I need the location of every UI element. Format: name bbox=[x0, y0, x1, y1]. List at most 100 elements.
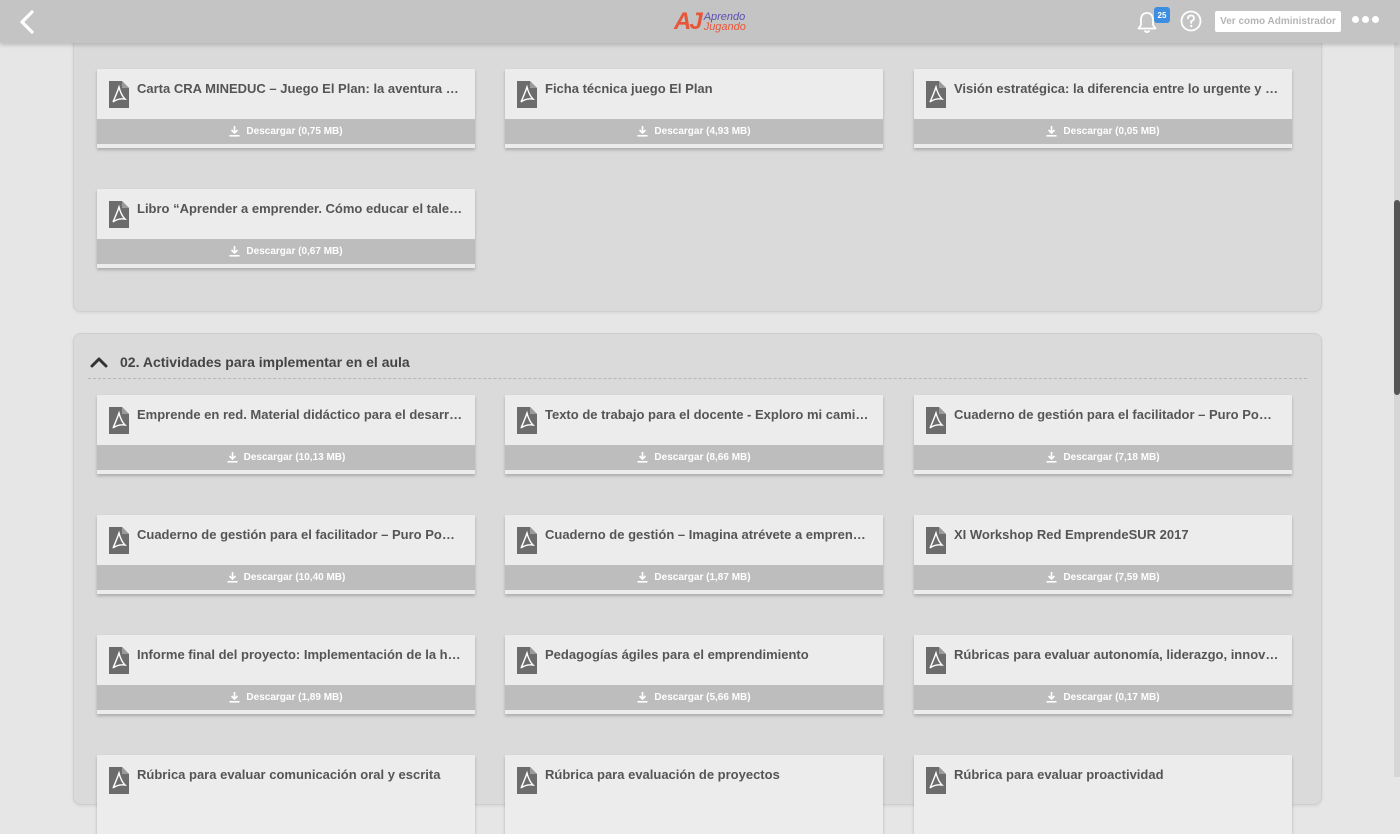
pdf-file-icon bbox=[926, 81, 946, 108]
resource-title[interactable]: Rúbrica para evaluación de proyectos bbox=[545, 767, 871, 782]
pdf-file-icon bbox=[109, 201, 129, 228]
resource-title[interactable]: Rúbrica para evaluar comunicación oral y… bbox=[137, 767, 463, 782]
download-label: Descargar (7,59 MB) bbox=[1063, 572, 1160, 583]
download-button[interactable]: Descargar (10,13 MB) bbox=[97, 445, 475, 470]
download-button[interactable]: Descargar (0,17 MB) bbox=[914, 685, 1292, 710]
notification-badge[interactable]: 25 bbox=[1154, 7, 1170, 23]
logo-mark: AJ bbox=[674, 8, 703, 35]
download-label: Descargar (1,87 MB) bbox=[654, 572, 751, 583]
resource-title[interactable]: Carta CRA MINEDUC – Juego El Plan: la av… bbox=[137, 81, 463, 96]
download-button[interactable]: Descargar (8,66 MB) bbox=[505, 445, 883, 470]
pdf-file-icon bbox=[926, 767, 946, 794]
more-options-icon[interactable] bbox=[1352, 16, 1380, 26]
resource-title[interactable]: Libro “Aprender a emprender. Cómo educar… bbox=[137, 201, 463, 216]
top-bar: AJ Aprendo Jugando 25 Ver como Administr… bbox=[0, 0, 1400, 43]
resource-title[interactable]: Emprende en red. Material didáctico para… bbox=[137, 407, 463, 422]
resource-card: Rúbrica para evaluar proactividad bbox=[914, 755, 1292, 834]
download-button[interactable]: Descargar (1,87 MB) bbox=[505, 565, 883, 590]
download-icon bbox=[1046, 572, 1057, 583]
resource-title[interactable]: Visión estratégica: la diferencia entre … bbox=[954, 81, 1280, 96]
download-label: Descargar (0,67 MB) bbox=[246, 246, 343, 257]
download-button[interactable]: Descargar (0,75 MB) bbox=[97, 119, 475, 144]
resource-card: Informe final del proyecto: Implementaci… bbox=[97, 635, 475, 714]
download-button[interactable]: Descargar (1,89 MB) bbox=[97, 685, 475, 710]
download-icon bbox=[1046, 692, 1057, 703]
resource-card: Texto de trabajo para el docente - Explo… bbox=[505, 395, 883, 474]
pdf-file-icon bbox=[517, 767, 537, 794]
pdf-file-icon bbox=[517, 647, 537, 674]
download-label: Descargar (10,13 MB) bbox=[243, 452, 346, 463]
download-label: Descargar (1,89 MB) bbox=[246, 692, 343, 703]
resource-title[interactable]: Rúbrica para evaluar proactividad bbox=[954, 767, 1280, 782]
pdf-file-icon bbox=[109, 647, 129, 674]
resource-title[interactable]: Rúbricas para evaluar autonomía, lideraz… bbox=[954, 647, 1280, 662]
pdf-file-icon bbox=[926, 647, 946, 674]
chevron-up-icon bbox=[90, 357, 108, 368]
logo-line-2: Jugando bbox=[703, 21, 746, 33]
download-button[interactable]: Descargar (7,59 MB) bbox=[914, 565, 1292, 590]
download-icon bbox=[1046, 452, 1057, 463]
resource-title[interactable]: Pedagogías ágiles para el emprendimiento bbox=[545, 647, 871, 662]
resource-title[interactable]: Cuaderno de gestión – Imagina atrévete a… bbox=[545, 527, 871, 542]
resource-card: XI Workshop Red EmprendeSUR 2017 Descarg… bbox=[914, 515, 1292, 594]
pdf-file-icon bbox=[109, 767, 129, 794]
back-arrow-icon[interactable] bbox=[14, 8, 42, 36]
app-logo[interactable]: AJ Aprendo Jugando bbox=[674, 8, 746, 35]
pdf-file-icon bbox=[109, 81, 129, 108]
download-button[interactable]: Descargar (0,67 MB) bbox=[97, 239, 475, 264]
download-icon bbox=[227, 572, 238, 583]
download-icon bbox=[227, 452, 238, 463]
download-button[interactable]: Descargar (5,66 MB) bbox=[505, 685, 883, 710]
download-icon bbox=[1046, 126, 1057, 137]
pdf-file-icon bbox=[517, 527, 537, 554]
download-icon bbox=[637, 692, 648, 703]
download-icon bbox=[229, 246, 240, 257]
resource-title[interactable]: XI Workshop Red EmprendeSUR 2017 bbox=[954, 527, 1280, 542]
section-title: 02. Actividades para implementar en el a… bbox=[120, 354, 410, 370]
resource-card: Carta CRA MINEDUC – Juego El Plan: la av… bbox=[97, 69, 475, 148]
resource-card: Rúbrica para evaluar comunicación oral y… bbox=[97, 755, 475, 834]
download-button[interactable]: Descargar (0,05 MB) bbox=[914, 119, 1292, 144]
download-button[interactable]: Descargar (4,93 MB) bbox=[505, 119, 883, 144]
download-icon bbox=[637, 452, 648, 463]
pdf-file-icon bbox=[109, 407, 129, 434]
resource-title[interactable]: Cuaderno de gestión para el facilitador … bbox=[137, 527, 463, 542]
resource-card: Cuaderno de gestión para el facilitador … bbox=[914, 395, 1292, 474]
download-icon bbox=[637, 126, 648, 137]
resource-card: Libro “Aprender a emprender. Cómo educar… bbox=[97, 189, 475, 268]
section-divider bbox=[88, 378, 1307, 379]
download-label: Descargar (0,75 MB) bbox=[246, 126, 343, 137]
resource-card: Rúbricas para evaluar autonomía, lideraz… bbox=[914, 635, 1292, 714]
download-label: Descargar (5,66 MB) bbox=[654, 692, 751, 703]
download-icon bbox=[637, 572, 648, 583]
download-label: Descargar (10,40 MB) bbox=[243, 572, 346, 583]
resource-card: Visión estratégica: la diferencia entre … bbox=[914, 69, 1292, 148]
download-button[interactable]: Descargar (7,18 MB) bbox=[914, 445, 1292, 470]
resource-section: Carta CRA MINEDUC – Juego El Plan: la av… bbox=[73, 0, 1322, 312]
download-label: Descargar (7,18 MB) bbox=[1063, 452, 1160, 463]
scrollbar-thumb[interactable] bbox=[1394, 200, 1400, 395]
resource-card: Ficha técnica juego El Plan Descargar (4… bbox=[505, 69, 883, 148]
pdf-file-icon bbox=[109, 527, 129, 554]
resource-title[interactable]: Informe final del proyecto: Implementaci… bbox=[137, 647, 463, 662]
resource-title[interactable]: Cuaderno de gestión para el facilitador … bbox=[954, 407, 1280, 422]
download-label: Descargar (0,05 MB) bbox=[1063, 126, 1160, 137]
view-as-admin-button[interactable]: Ver como Administrador bbox=[1215, 11, 1341, 32]
download-label: Descargar (4,93 MB) bbox=[654, 126, 751, 137]
resource-card: Emprende en red. Material didáctico para… bbox=[97, 395, 475, 474]
pdf-file-icon bbox=[517, 81, 537, 108]
resource-card: Cuaderno de gestión para el facilitador … bbox=[97, 515, 475, 594]
help-icon[interactable] bbox=[1180, 10, 1202, 32]
download-label: Descargar (0,17 MB) bbox=[1063, 692, 1160, 703]
pdf-file-icon bbox=[926, 527, 946, 554]
pdf-file-icon bbox=[517, 407, 537, 434]
resource-title[interactable]: Ficha técnica juego El Plan bbox=[545, 81, 871, 96]
pdf-file-icon bbox=[926, 407, 946, 434]
section-toggle[interactable]: 02. Actividades para implementar en el a… bbox=[90, 352, 410, 372]
resource-section: 02. Actividades para implementar en el a… bbox=[73, 333, 1322, 834]
resource-title[interactable]: Texto de trabajo para el docente - Explo… bbox=[545, 407, 871, 422]
download-icon bbox=[229, 126, 240, 137]
scrollbar-track[interactable] bbox=[1394, 43, 1400, 777]
download-button[interactable]: Descargar (10,40 MB) bbox=[97, 565, 475, 590]
download-label: Descargar (8,66 MB) bbox=[654, 452, 751, 463]
